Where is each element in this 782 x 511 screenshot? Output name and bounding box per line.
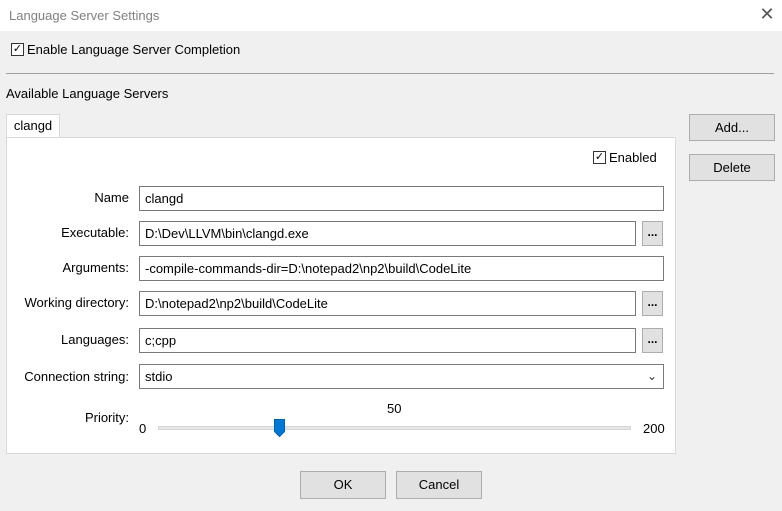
tab-label: clangd bbox=[13, 118, 53, 133]
delete-button[interactable]: Delete bbox=[689, 154, 775, 181]
chevron-down-icon[interactable]: ⌄ bbox=[647, 365, 657, 388]
close-icon[interactable]: ✕ bbox=[757, 4, 777, 24]
arguments-field[interactable]: -compile-commands-dir=D:\notepad2\np2\bu… bbox=[139, 256, 664, 281]
priority-max: 200 bbox=[643, 421, 665, 436]
browse-workdir-button[interactable]: ... bbox=[642, 291, 663, 316]
tab-clangd[interactable]: clangd bbox=[6, 114, 60, 138]
connection-label: Connection string: bbox=[24, 369, 129, 384]
browse-executable-button[interactable]: ... bbox=[642, 221, 663, 246]
browse-languages-button[interactable]: ... bbox=[642, 328, 663, 353]
arguments-label: Arguments: bbox=[62, 260, 129, 275]
workdir-field[interactable]: D:\notepad2\np2\build\CodeLite bbox=[139, 291, 636, 316]
priority-label: Priority: bbox=[84, 410, 129, 425]
servers-heading: Available Language Servers bbox=[6, 86, 169, 101]
enable-completion-label[interactable]: Enable Language Server Completion bbox=[27, 42, 240, 57]
ok-button[interactable]: OK bbox=[300, 471, 386, 499]
connection-value: stdio bbox=[145, 369, 173, 384]
window-title: Language Server Settings bbox=[9, 8, 160, 23]
checkmark-icon: ✓ bbox=[12, 43, 23, 55]
add-button[interactable]: Add... bbox=[689, 114, 775, 141]
priority-min: 0 bbox=[139, 421, 147, 436]
executable-label: Executable: bbox=[61, 225, 129, 240]
separator bbox=[6, 73, 774, 74]
server-enabled-label[interactable]: Enabled bbox=[609, 150, 657, 165]
languages-label: Languages: bbox=[61, 332, 129, 347]
workdir-label: Working directory: bbox=[24, 295, 129, 310]
connection-select[interactable]: stdio ⌄ bbox=[139, 364, 664, 389]
server-enabled-checkbox[interactable]: ✓ bbox=[593, 151, 606, 164]
priority-value: 50 bbox=[387, 401, 402, 416]
checkmark-icon: ✓ bbox=[594, 151, 605, 163]
priority-slider-track[interactable] bbox=[158, 426, 631, 430]
name-field[interactable]: clangd bbox=[139, 186, 664, 211]
name-label: Name bbox=[94, 190, 129, 205]
cancel-button[interactable]: Cancel bbox=[396, 471, 482, 499]
executable-field[interactable]: D:\Dev\LLVM\bin\clangd.exe bbox=[139, 221, 636, 246]
enable-completion-checkbox[interactable]: ✓ bbox=[11, 43, 24, 56]
priority-slider-thumb[interactable] bbox=[274, 419, 285, 437]
languages-field[interactable]: c;cpp bbox=[139, 328, 636, 353]
